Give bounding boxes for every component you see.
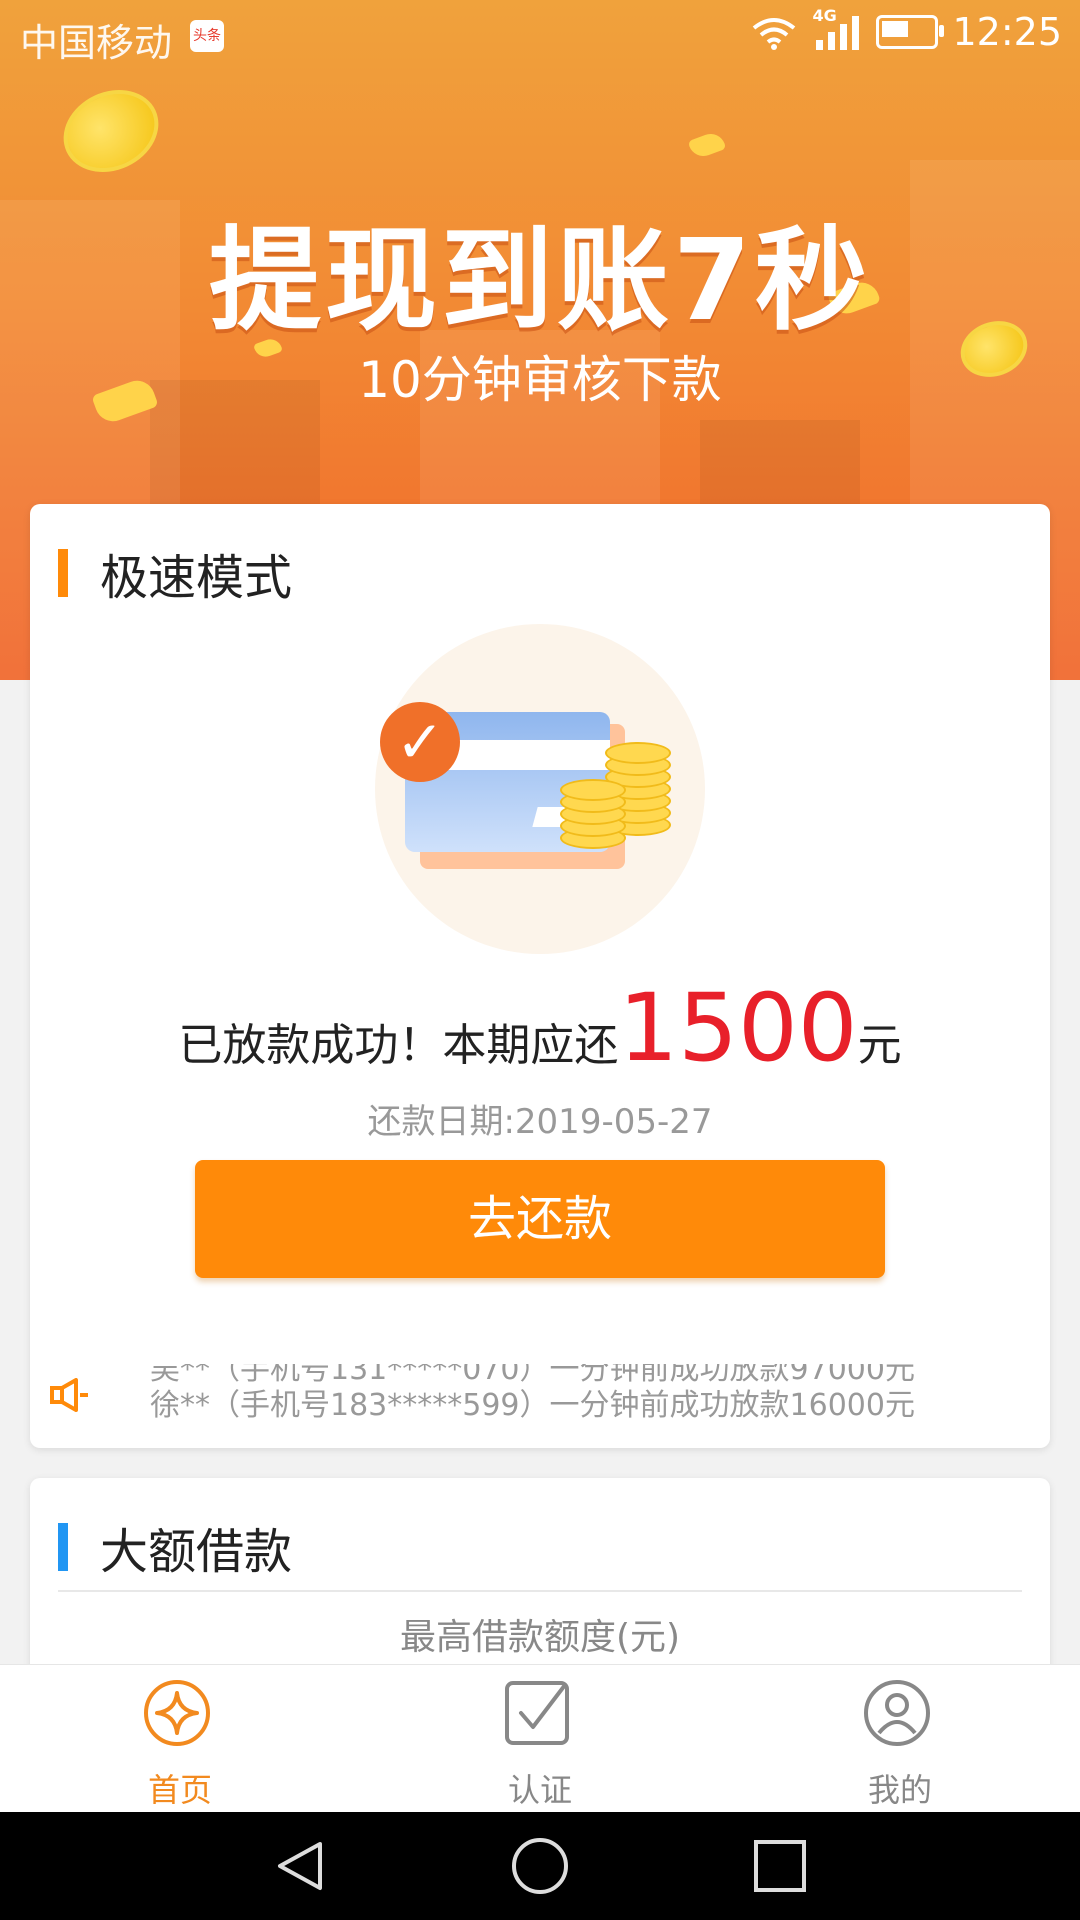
coin-stack-icon [560, 769, 630, 849]
loan-ticker: 吴**（手机号131*****070）一分钟前成功放款97000元 徐**（手机… [50, 1364, 1010, 1424]
banner-subline: 10分钟审核下款 [358, 351, 722, 409]
repayment-amount: 1500 [618, 974, 858, 1083]
title-accent-bar [58, 1523, 68, 1571]
tab-label: 认证 [507, 1771, 572, 1809]
due-date: 还款日期:2019-05-27 [367, 1102, 713, 1142]
divider [58, 1590, 1022, 1592]
cell-signal-icon: 4G [812, 6, 862, 54]
repay-button[interactable]: 去还款 [195, 1160, 885, 1278]
home-nav-icon[interactable] [510, 1836, 570, 1896]
bank-card-illustration: ✓ [375, 624, 705, 954]
recents-icon[interactable] [750, 1836, 810, 1896]
verify-check-icon [505, 1681, 569, 1745]
title-accent-bar [58, 549, 68, 597]
profile-icon [864, 1680, 930, 1746]
ticker-item: 吴**（手机号131*****070）一分钟前成功放款97000元 [150, 1364, 915, 1387]
fast-mode-card: 极速模式 ✓ 已放款成功！本期应还1500元 还款日期:2019-05-27 去… [30, 504, 1050, 1448]
big-loan-card[interactable]: 大额借款 最高借款额度(元) [30, 1478, 1050, 1688]
carrier-name: 中国移动 [20, 21, 173, 65]
banner-headline: 提现到账7秒 [209, 216, 871, 346]
tab-label: 我的 [867, 1771, 932, 1809]
news-app-icon: 头条 [190, 20, 224, 52]
tab-home[interactable]: 首页 [80, 1665, 280, 1813]
big-loan-title: 大额借款 [100, 1524, 293, 1580]
battery-icon [876, 15, 945, 49]
home-icon [144, 1680, 210, 1746]
back-icon[interactable] [270, 1836, 330, 1896]
repayment-amount-line: 已放款成功！本期应还1500元 [30, 974, 1050, 1083]
money-leaf-icon [687, 129, 727, 161]
status-time: 12:25 [952, 10, 1062, 54]
speaker-icon [50, 1378, 88, 1412]
section-title: 大额借款 [58, 1512, 292, 1582]
wifi-icon [753, 18, 796, 50]
loan-success-message: 已放款成功！本期应还 [178, 1020, 619, 1071]
system-nav-bar [0, 1812, 1080, 1920]
fast-mode-title: 极速模式 [100, 550, 293, 606]
tab-label: 首页 [147, 1771, 212, 1809]
max-loan-label: 最高借款额度(元) [399, 1617, 681, 1658]
coin-icon [50, 74, 172, 188]
section-title: 极速模式 [58, 538, 292, 608]
bottom-tab-bar: 首页 认证 我的 [0, 1664, 1080, 1813]
tab-profile[interactable]: 我的 [800, 1665, 1000, 1813]
check-badge-icon: ✓ [380, 702, 460, 782]
status-bar: 中国移动 头条 4G 12:25 [0, 0, 1080, 72]
currency-unit: 元 [857, 1020, 902, 1071]
tab-verify[interactable]: 认证 [440, 1665, 640, 1813]
ticker-item: 徐**（手机号183*****599）一分钟前成功放款16000元 [150, 1388, 915, 1423]
